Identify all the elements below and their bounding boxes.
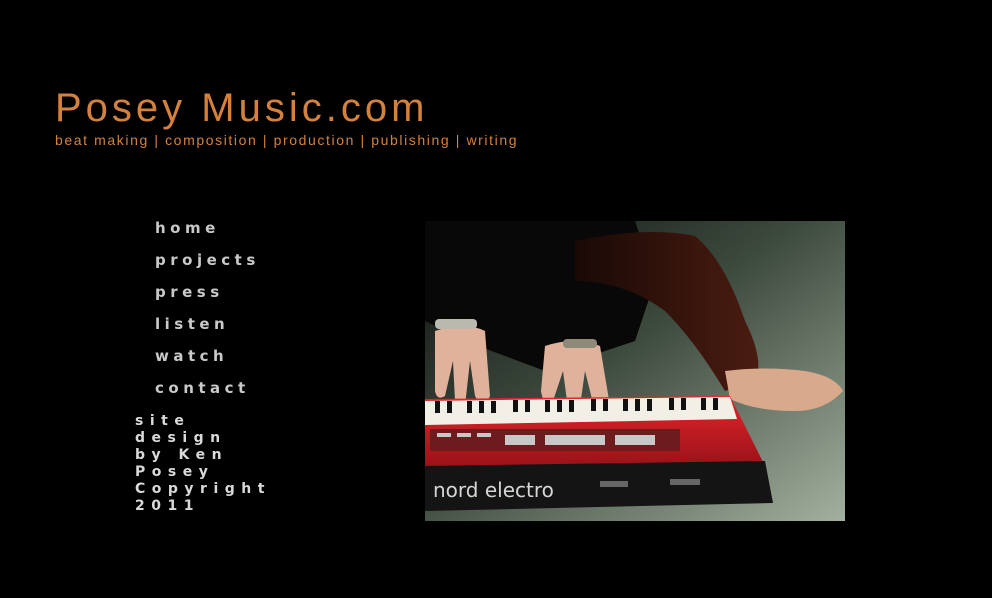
nav-link-projects[interactable]: projects bbox=[155, 251, 260, 269]
nav-item-projects: projects bbox=[155, 249, 260, 281]
keyboard-brand-label: nord electro bbox=[433, 478, 554, 502]
nav-item-listen: listen bbox=[155, 313, 260, 345]
keyboard-photo: nord electro bbox=[425, 221, 845, 521]
tagline: beat making | composition | production |… bbox=[55, 132, 519, 148]
credit-line: Copyright bbox=[135, 481, 271, 497]
nav-link-watch[interactable]: watch bbox=[155, 347, 228, 365]
credit-line: site bbox=[135, 413, 191, 429]
nav-item-contact: contact bbox=[155, 377, 260, 409]
nav-link-contact[interactable]: contact bbox=[155, 379, 250, 397]
site-credit: site design by Ken Posey Copyright 2011 bbox=[135, 413, 295, 515]
credit-line: by Ken bbox=[135, 447, 229, 463]
credit-line: Posey bbox=[135, 464, 215, 480]
nav-item-home: home bbox=[155, 217, 260, 249]
nav-link-home[interactable]: home bbox=[155, 219, 220, 237]
site-title: Posey Music.com bbox=[55, 86, 429, 130]
watch-icon bbox=[563, 339, 597, 348]
keyboard-photo-illustration: nord electro bbox=[425, 221, 845, 521]
nav-link-listen[interactable]: listen bbox=[155, 315, 229, 333]
watch-icon bbox=[435, 319, 477, 329]
main-nav: home projects press listen watch contact bbox=[155, 217, 260, 409]
credit-line: design bbox=[135, 430, 227, 446]
credit-line: 2011 bbox=[135, 498, 200, 514]
nav-link-press[interactable]: press bbox=[155, 283, 224, 301]
nav-item-watch: watch bbox=[155, 345, 260, 377]
nav-item-press: press bbox=[155, 281, 260, 313]
